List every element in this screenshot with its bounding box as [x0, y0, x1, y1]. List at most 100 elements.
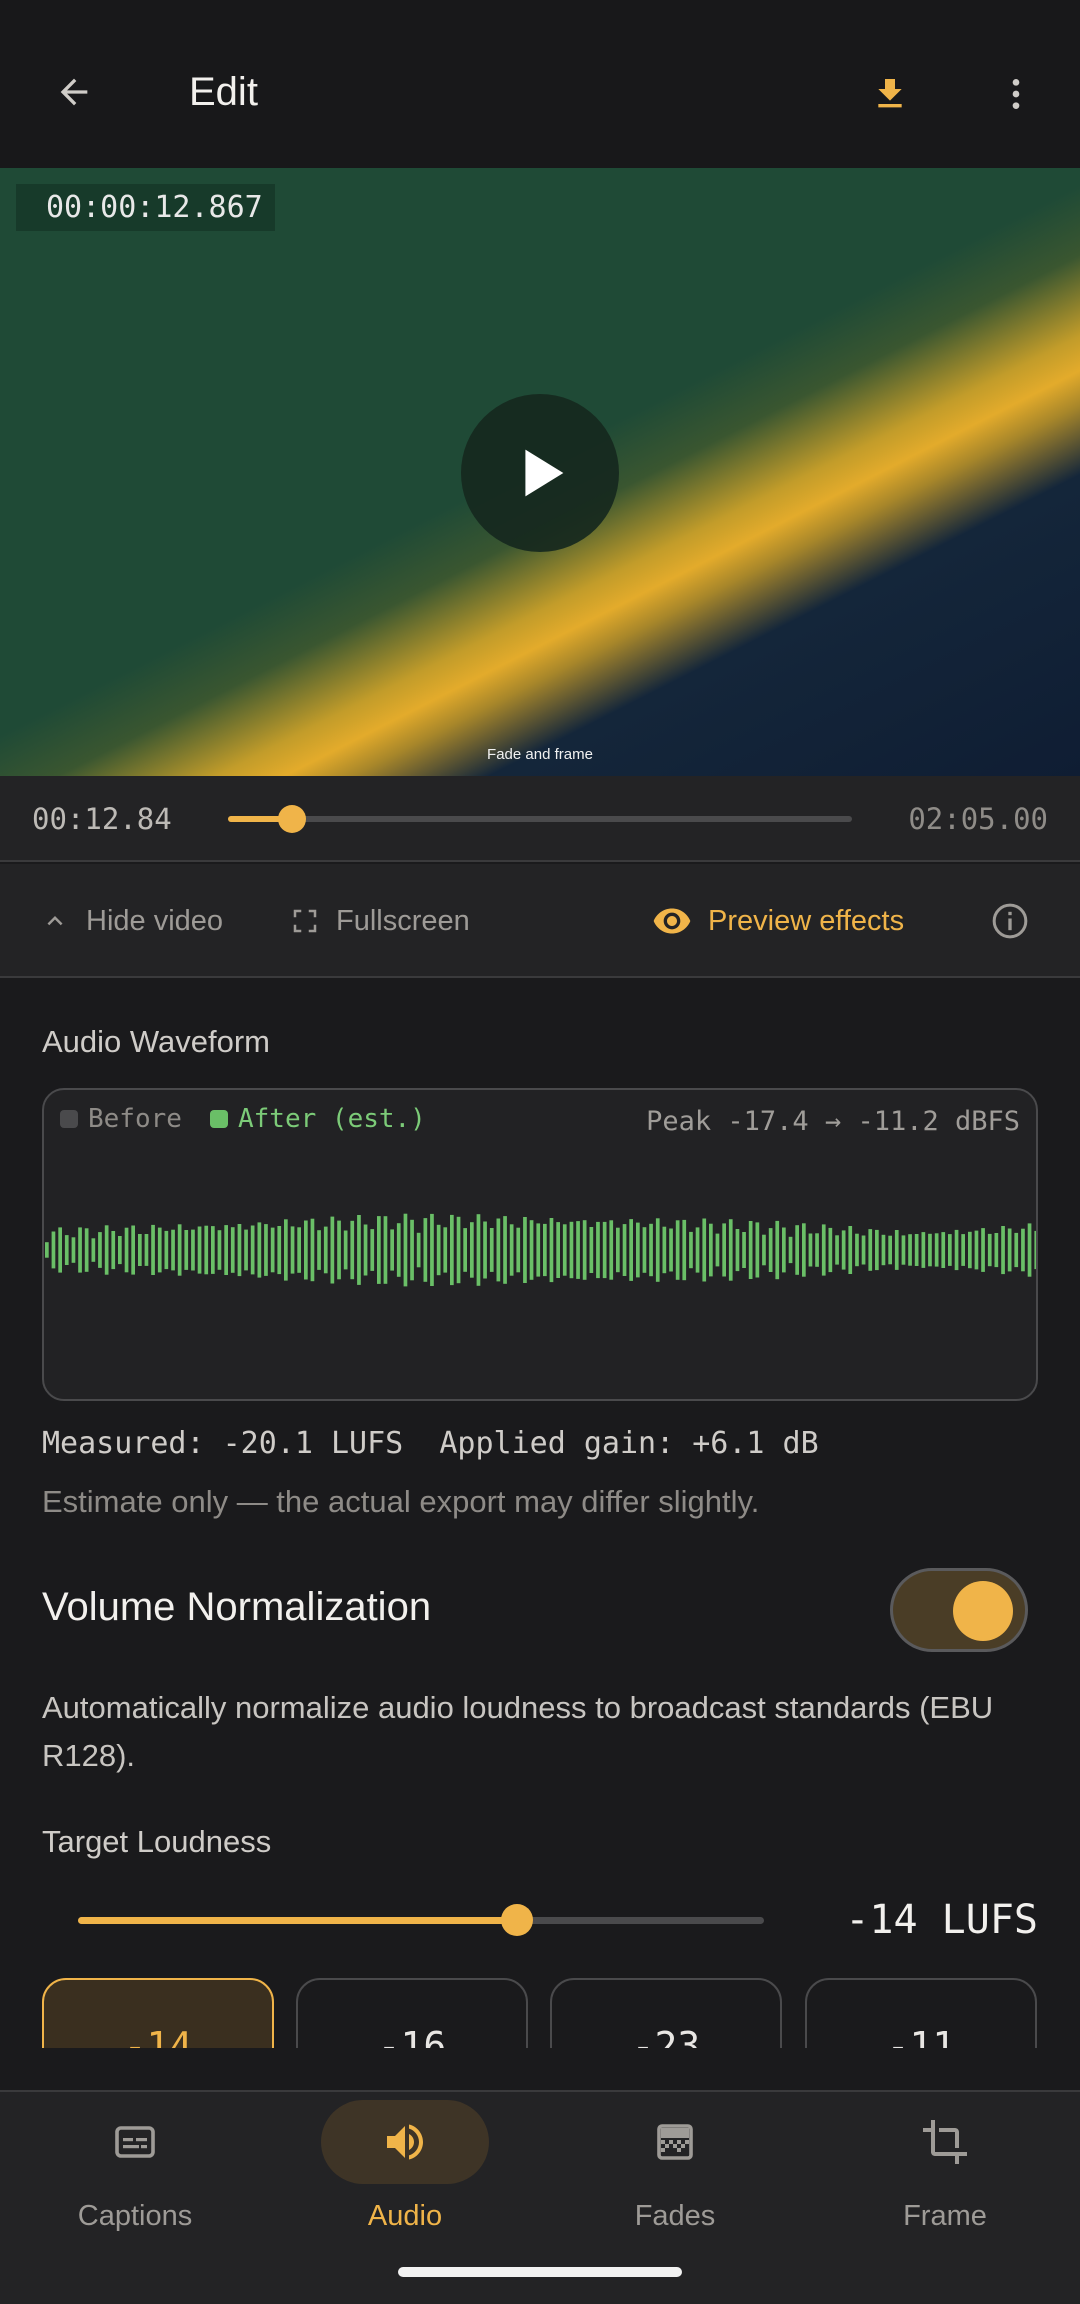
- waveform-bar: [343, 1230, 348, 1270]
- waveform-bar: [675, 1220, 680, 1280]
- nav-item-frame[interactable]: Frame: [810, 2092, 1080, 2304]
- home-indicator[interactable]: [398, 2267, 682, 2277]
- waveform-bar: [483, 1221, 487, 1279]
- video-preview[interactable]: 00:00:12.867 Fade and frame: [0, 168, 1080, 776]
- waveform-bar: [795, 1225, 799, 1275]
- preset-button[interactable]: -23: [550, 1978, 782, 2048]
- waveform-bar: [191, 1229, 195, 1271]
- legend-before[interactable]: Before: [60, 1104, 182, 1134]
- waveform-bar: [894, 1230, 899, 1270]
- waveform-bar: [104, 1225, 109, 1275]
- waveform-bar: [237, 1224, 242, 1277]
- nav-item-captions[interactable]: Captions: [0, 2092, 270, 2304]
- download-icon: [878, 79, 902, 108]
- fades-icon: [657, 2124, 693, 2160]
- waveform-bar: [974, 1230, 979, 1270]
- waveform-bar: [184, 1230, 189, 1270]
- waveform-bar: [602, 1221, 607, 1279]
- waveform-bar: [383, 1216, 388, 1284]
- more-options-button[interactable]: [986, 64, 1046, 124]
- waveform-bar: [71, 1237, 76, 1263]
- waveform-bar: [788, 1236, 793, 1264]
- seek-slider-thumb[interactable]: [278, 805, 307, 833]
- play-button[interactable]: [461, 394, 619, 552]
- waveform-bar: [636, 1222, 640, 1278]
- waveform-bar: [463, 1228, 467, 1272]
- info-button[interactable]: [990, 864, 1046, 978]
- preset-button[interactable]: -14: [42, 1978, 274, 2048]
- waveform-bar: [968, 1231, 972, 1269]
- waveform-bar: [861, 1235, 866, 1265]
- seek-bar-row: 00:12.84 02:05.00: [0, 776, 1080, 862]
- preset-label: -16: [377, 2024, 447, 2048]
- waveform-bar: [509, 1224, 514, 1276]
- waveform-bar: [728, 1219, 733, 1281]
- waveform-bar: [669, 1228, 673, 1272]
- waveform-bar: [450, 1214, 454, 1286]
- waveform-bar: [549, 1218, 554, 1283]
- back-button[interactable]: [42, 60, 106, 124]
- waveform-bar: [363, 1224, 368, 1276]
- waveform-bar: [941, 1232, 946, 1268]
- waveform-bar: [848, 1226, 853, 1274]
- hide-video-button[interactable]: Hide video: [40, 864, 223, 978]
- waveform-bar: [138, 1234, 142, 1266]
- preset-button[interactable]: -16: [296, 1978, 528, 2048]
- waveform-bar: [503, 1216, 507, 1284]
- hide-video-label: Hide video: [86, 904, 224, 937]
- eye-icon: [652, 901, 692, 941]
- waveform-bar: [45, 1242, 49, 1258]
- waveform-bar: [277, 1226, 282, 1275]
- nav-icon-container: [51, 2100, 219, 2184]
- toggle-knob: [953, 1581, 1013, 1641]
- waveform-bar: [775, 1220, 780, 1280]
- waveform-bar: [629, 1219, 633, 1281]
- nav-icon-container: [591, 2100, 759, 2184]
- waveform-bar: [1027, 1223, 1032, 1277]
- current-time: 00:12.84: [32, 802, 172, 836]
- waveform-bar: [582, 1220, 587, 1280]
- waveform-bar: [1014, 1232, 1019, 1268]
- waveform-bar: [622, 1224, 627, 1276]
- download-button[interactable]: [860, 64, 920, 124]
- waveform-bar: [211, 1226, 215, 1274]
- legend-after[interactable]: After (est.): [210, 1104, 426, 1134]
- waveform-bar: [270, 1227, 275, 1273]
- waveform-section-label: Audio Waveform: [42, 1024, 270, 1059]
- target-loudness-slider[interactable]: [78, 1904, 764, 1936]
- measured-stats: Measured: -20.1 LUFS Applied gain: +6.1 …: [42, 1426, 819, 1461]
- more-vert-icon: [1012, 79, 1020, 109]
- waveform-bar: [855, 1233, 859, 1267]
- seek-slider[interactable]: [228, 805, 852, 833]
- preview-effects-toggle[interactable]: Preview effects: [652, 864, 904, 978]
- waveform-bar: [323, 1226, 328, 1274]
- target-loudness-slider-thumb[interactable]: [501, 1904, 534, 1936]
- volume-normalization-description: Automatically normalize audio loudness t…: [42, 1690, 994, 1773]
- waveform-bar: [556, 1222, 560, 1278]
- volume-normalization-toggle[interactable]: [890, 1568, 1028, 1652]
- nav-icon-container: [861, 2100, 1029, 2184]
- waveform-bar: [297, 1227, 301, 1273]
- waveform-bar: [264, 1224, 268, 1276]
- waveform-bar: [436, 1224, 441, 1276]
- waveform-bar: [543, 1223, 547, 1277]
- waveform-bar: [835, 1235, 839, 1265]
- waveform-bar: [470, 1222, 474, 1278]
- waveform-bar: [649, 1223, 653, 1277]
- waveform-bar: [489, 1228, 494, 1272]
- waveform-bar: [430, 1213, 434, 1286]
- video-timecode: 00:00:12.867: [16, 184, 275, 231]
- waveform-bar: [1007, 1228, 1012, 1272]
- waveform-bar: [443, 1227, 448, 1273]
- waveform-bar: [124, 1227, 129, 1273]
- waveform-bar: [569, 1221, 574, 1279]
- waveform-bar: [722, 1223, 726, 1277]
- waveform-bar: [98, 1232, 102, 1268]
- fullscreen-button[interactable]: Fullscreen: [290, 864, 470, 978]
- preset-button[interactable]: -11: [805, 1978, 1037, 2048]
- waveform-bar: [390, 1229, 394, 1271]
- waveform-bar: [1034, 1230, 1036, 1270]
- app-bar: Edit: [0, 0, 1080, 168]
- waveform-bar: [58, 1227, 62, 1273]
- waveform-bar: [197, 1226, 202, 1274]
